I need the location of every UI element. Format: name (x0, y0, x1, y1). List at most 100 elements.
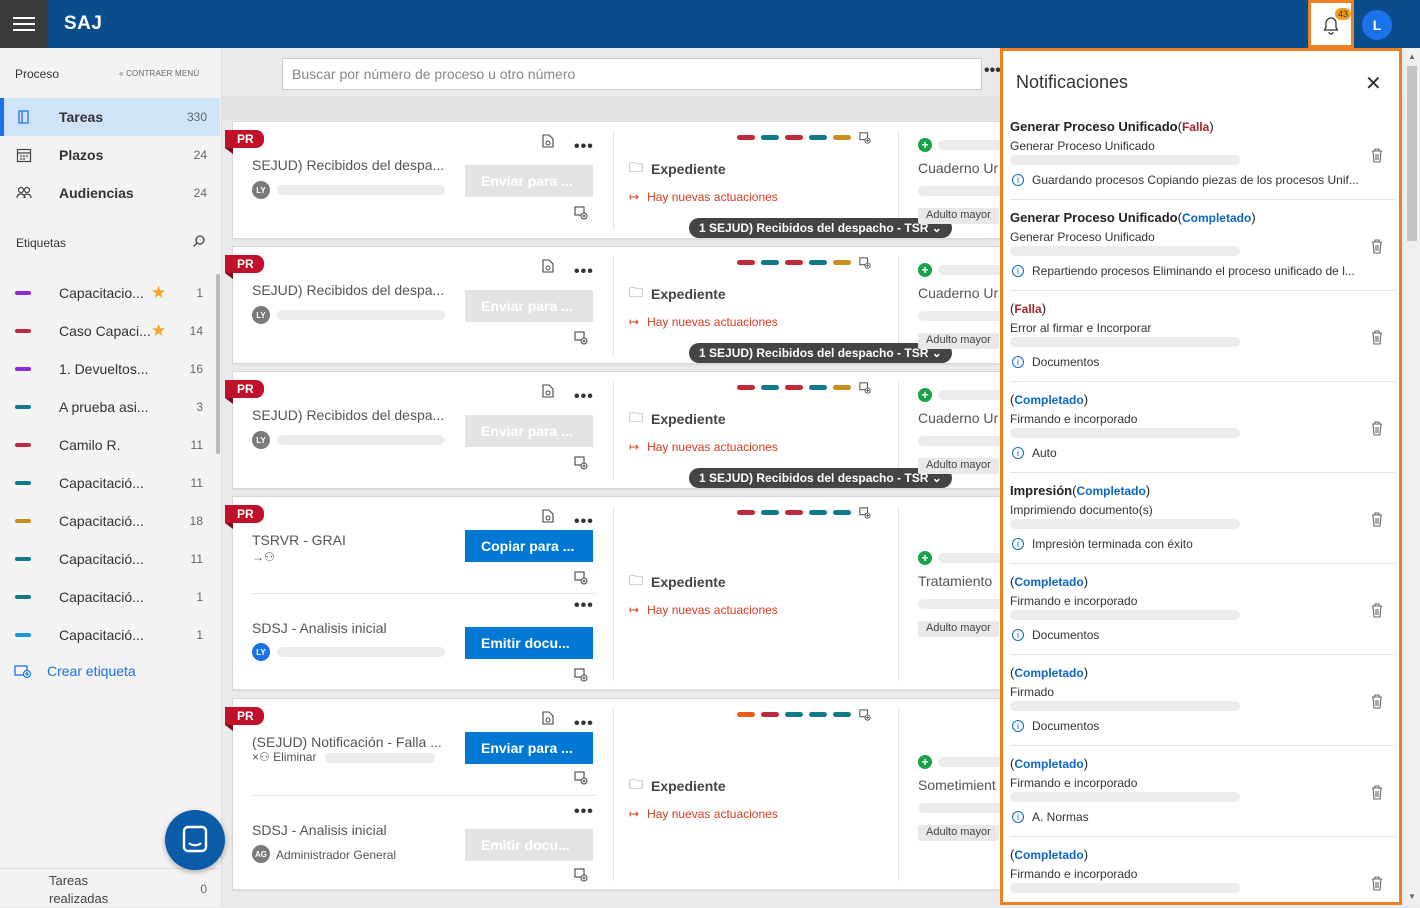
create-label-button[interactable]: Crear etiqueta (14, 663, 136, 679)
add-icon[interactable]: + (918, 551, 932, 565)
more-options-icon[interactable]: ••• (574, 263, 594, 281)
sidebar-item-plazos[interactable]: Plazos 24 (0, 136, 220, 174)
add-document-icon[interactable] (859, 256, 871, 270)
add-task-icon[interactable] (574, 868, 588, 882)
notification-item[interactable]: (Completado) Firmado i Documentos (1010, 655, 1396, 746)
collapse-menu-button[interactable]: « CONTRAER MENÚ (119, 69, 199, 78)
new-actions-link[interactable]: ↦ Hay nuevas actuaciones (629, 440, 778, 454)
task-title[interactable]: (SEJUD) Notificación - Falla ... (252, 734, 448, 750)
more-options-icon[interactable]: ••• (574, 597, 594, 615)
notification-item[interactable]: Generar Proceso Unificado(Completado) Gen… (1010, 200, 1396, 291)
notification-item[interactable]: (Completado) Firmando e incorporado (1010, 837, 1396, 902)
task-group-pill[interactable]: 1 SEJUD) Recibidos del despacho - TSR ⌄ (689, 218, 952, 238)
hamburger-menu-icon[interactable] (0, 0, 48, 48)
add-icon[interactable]: + (918, 755, 932, 769)
copy-to-button[interactable]: Copiar para ... (465, 530, 593, 562)
expediente-link[interactable]: 🗀 Expediente (629, 282, 726, 306)
expediente-link[interactable]: 🗀 Expediente (629, 407, 726, 431)
task-title[interactable]: SEJUD) Recibidos del despa... (252, 157, 448, 173)
notifications-scrollbar[interactable]: ▲ ▼ (1404, 48, 1420, 905)
emit-document-button[interactable]: Emitir docu... (465, 829, 593, 861)
sidebar-label-item[interactable]: 1. Devueltos... 16 (0, 350, 216, 388)
add-task-icon[interactable] (574, 331, 588, 345)
task-title[interactable]: SDSJ - Analisis inicial (252, 822, 448, 838)
trash-icon[interactable] (1370, 420, 1384, 436)
sidebar-label-item[interactable]: A prueba asi... 3 (0, 388, 216, 426)
scroll-up-arrow-icon[interactable]: ▲ (1408, 52, 1416, 61)
more-options-icon[interactable]: ••• (574, 138, 594, 156)
new-actions-link[interactable]: ↦ Hay nuevas actuaciones (629, 315, 778, 329)
sidebar-item-tareas[interactable]: Tareas 330 (0, 98, 220, 136)
notification-item[interactable]: (Completado) Firmando e incorporado i Auto (1010, 382, 1396, 473)
more-options-icon[interactable]: ••• (574, 803, 594, 821)
add-task-icon[interactable] (574, 668, 588, 682)
expediente-link[interactable]: 🗀 Expediente (629, 570, 726, 594)
task-card[interactable]: PR ••• SEJUD) Recibidos del despa... LY Envi… (225, 371, 1013, 489)
send-to-button[interactable]: Enviar para ... (465, 290, 593, 322)
sidebar-label-item[interactable]: Capacitacio... ★ 1 (0, 274, 216, 312)
task-title[interactable]: SEJUD) Recibidos del despa... (252, 407, 448, 423)
star-icon[interactable]: ★ (151, 283, 166, 303)
scrollbar-thumb[interactable] (1407, 66, 1417, 241)
expediente-link[interactable]: 🗀 Expediente (629, 774, 726, 798)
add-task-icon[interactable] (574, 771, 588, 785)
more-options-icon[interactable]: ••• (574, 513, 594, 531)
more-options-icon[interactable]: ••• (574, 715, 594, 733)
task-title[interactable]: SDSJ - Analisis inicial (252, 620, 448, 636)
sidebar-label-item[interactable]: Caso Capaci... ★ 14 (0, 312, 216, 350)
send-to-button[interactable]: Enviar para ... (465, 165, 593, 197)
task-card[interactable]: PR ••• TSRVR - GRAI →⚇ Copiar para ... ••• SDS… (225, 496, 1013, 690)
add-document-icon[interactable] (859, 131, 871, 145)
scroll-down-arrow-icon[interactable]: ▼ (1408, 892, 1416, 901)
task-card[interactable]: PR ••• SEJUD) Recibidos del despa... LY Envi… (225, 121, 1013, 239)
document-icon[interactable] (542, 134, 554, 148)
task-group-pill[interactable]: 1 SEJUD) Recibidos del despacho - TSR ⌄ (689, 343, 952, 363)
expediente-link[interactable]: 🗀 Expediente (629, 157, 726, 181)
sidebar-label-item[interactable]: Capacitació... 11 (0, 464, 216, 502)
completed-tasks-item[interactable]: Tareas realizadas 0 (0, 868, 220, 907)
trash-icon[interactable] (1370, 602, 1384, 618)
add-icon[interactable]: + (918, 263, 932, 277)
task-title[interactable]: TSRVR - GRAI (252, 532, 448, 548)
task-card[interactable]: PR ••• (SEJUD) Notificación - Falla ... ×⚇ … (225, 698, 1013, 890)
new-actions-link[interactable]: ↦ Hay nuevas actuaciones (629, 603, 778, 617)
trash-icon[interactable] (1370, 784, 1384, 800)
delete-assignee-row[interactable]: ×⚇ Eliminar (252, 750, 316, 764)
notification-item[interactable]: (Completado) Firmando e incorporado i A. No… (1010, 746, 1396, 837)
trash-icon[interactable] (1370, 238, 1384, 254)
notification-item[interactable]: Impresión(Completado) Imprimiendo documen… (1010, 473, 1396, 564)
sidebar-item-audiencias[interactable]: Audiencias 24 (0, 174, 220, 212)
add-icon[interactable]: + (918, 388, 932, 402)
more-options-icon[interactable]: ••• (984, 62, 1001, 80)
new-actions-link[interactable]: ↦ Hay nuevas actuaciones (629, 807, 778, 821)
add-task-icon[interactable] (574, 206, 588, 220)
trash-icon[interactable] (1370, 875, 1384, 891)
search-input[interactable]: Buscar por número de proceso u otro núme… (282, 58, 982, 90)
send-to-button[interactable]: Enviar para ... (465, 732, 593, 764)
emit-document-button[interactable]: Emitir docu... (465, 627, 593, 659)
add-document-icon[interactable] (859, 506, 871, 520)
sidebar-label-item[interactable]: Capacitació... 18 (0, 502, 216, 540)
add-document-icon[interactable] (859, 708, 871, 722)
sidebar-label-item[interactable]: Capacitació... 1 (0, 578, 216, 616)
user-avatar[interactable]: L (1362, 10, 1392, 40)
notification-item[interactable]: (Completado) Firmando e incorporado i Docum… (1010, 564, 1396, 655)
add-task-icon[interactable] (574, 571, 588, 585)
add-document-icon[interactable] (859, 381, 871, 395)
trash-icon[interactable] (1370, 693, 1384, 709)
sidebar-label-item[interactable]: Capacitació... 11 (0, 540, 216, 578)
add-icon[interactable]: + (918, 138, 932, 152)
trash-icon[interactable] (1370, 147, 1384, 163)
assign-user-icon[interactable]: →⚇ (252, 550, 275, 564)
star-icon[interactable]: ★ (151, 321, 166, 341)
sidebar-label-item[interactable]: Capacitació... 1 (0, 616, 216, 654)
task-card[interactable]: PR ••• SEJUD) Recibidos del despa... LY Envi… (225, 246, 1013, 364)
more-options-icon[interactable]: ••• (574, 388, 594, 406)
chat-launcher-button[interactable] (165, 810, 225, 870)
notification-item[interactable]: Generar Proceso Unificado(Falla) Generar … (1010, 109, 1396, 200)
document-icon[interactable] (542, 384, 554, 398)
sidebar-label-item[interactable]: Camilo R. 11 (0, 426, 216, 464)
document-icon[interactable] (542, 259, 554, 273)
trash-icon[interactable] (1370, 329, 1384, 345)
close-icon[interactable]: ✕ (1365, 71, 1382, 96)
